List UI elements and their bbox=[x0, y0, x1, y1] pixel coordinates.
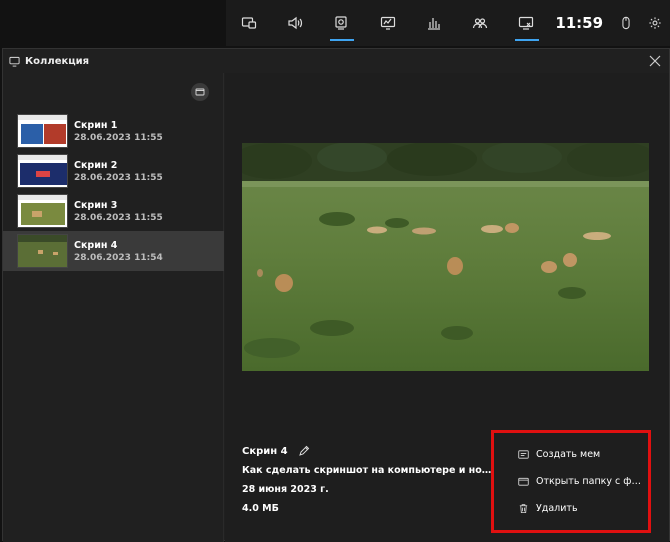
file-size: 4.0 МБ bbox=[242, 503, 279, 514]
settings-button[interactable] bbox=[641, 0, 670, 46]
source-window-title: Как сделать скриншот на компьютере и ноу… bbox=[242, 465, 492, 476]
pencil-icon[interactable] bbox=[298, 445, 310, 457]
screenshot-thumbnail bbox=[17, 234, 68, 268]
screenshot-item[interactable]: Скрин 1 28.06.2023 11:55 bbox=[3, 111, 224, 151]
social-icon bbox=[472, 18, 488, 29]
resources-icon bbox=[427, 18, 440, 30]
screenshot-item-selected[interactable]: Скрин 4 28.06.2023 11:54 bbox=[3, 231, 224, 271]
social-button[interactable] bbox=[457, 0, 503, 46]
folder-icon bbox=[518, 477, 529, 486]
open-folder-button[interactable] bbox=[191, 83, 209, 101]
game-bar: 11:59 bbox=[226, 0, 670, 46]
screenshot-item[interactable]: Скрин 3 28.06.2023 11:55 bbox=[3, 191, 224, 231]
screenshot-name: Скрин 4 bbox=[74, 239, 118, 251]
gallery-icon bbox=[9, 56, 20, 67]
capture-icon bbox=[335, 16, 348, 30]
capture-button[interactable] bbox=[318, 0, 364, 46]
open-folder-label: Открыть папку с фа... bbox=[536, 476, 646, 487]
screenshot-name: Скрин 2 bbox=[74, 159, 118, 171]
screenshot-name: Скрин 1 bbox=[74, 119, 118, 131]
meme-icon bbox=[518, 450, 529, 459]
screenshot-thumbnail bbox=[17, 114, 68, 148]
window-title: Коллекция bbox=[25, 55, 90, 67]
screenshot-name: Скрин 3 bbox=[74, 199, 118, 211]
screenshot-preview-image bbox=[242, 143, 649, 371]
create-meme-button[interactable]: Создать мем bbox=[518, 449, 646, 460]
screenshot-date: 28.06.2023 11:54 bbox=[74, 252, 163, 263]
widget-menu-icon bbox=[241, 17, 257, 29]
delete-button[interactable]: Удалить bbox=[518, 503, 646, 514]
gallery-button[interactable] bbox=[503, 0, 549, 46]
audio-icon bbox=[288, 16, 303, 30]
screenshot-list: Скрин 1 28.06.2023 11:55 Скрин 2 28.06.2… bbox=[3, 73, 224, 542]
resources-button[interactable] bbox=[411, 0, 457, 46]
capture-date: 28 июня 2023 г. bbox=[242, 484, 329, 495]
audio-button[interactable] bbox=[272, 0, 318, 46]
open-folder-action-button[interactable]: Открыть папку с фа... bbox=[518, 476, 646, 487]
screenshot-date: 28.06.2023 11:55 bbox=[74, 172, 163, 183]
delete-label: Удалить bbox=[536, 503, 578, 514]
mouse-button[interactable] bbox=[611, 0, 640, 46]
screenshot-date: 28.06.2023 11:55 bbox=[74, 212, 163, 223]
performance-icon bbox=[380, 16, 395, 30]
screenshot-title: Скрин 4 bbox=[242, 445, 288, 457]
folder-icon bbox=[195, 88, 205, 96]
gallery-icon bbox=[519, 16, 534, 30]
close-icon[interactable] bbox=[647, 53, 663, 69]
performance-button[interactable] bbox=[365, 0, 411, 46]
screenshot-thumbnail bbox=[17, 154, 68, 188]
screenshot-thumbnail bbox=[17, 194, 68, 228]
screenshot-details: Скрин 4 Как сделать скриншот на компьюте… bbox=[242, 445, 492, 515]
trash-icon bbox=[519, 504, 528, 514]
gear-icon bbox=[649, 17, 661, 29]
create-meme-label: Создать мем bbox=[536, 449, 601, 460]
actions-menu: Создать мем Открыть папку с фа... Удалит… bbox=[491, 430, 651, 533]
screenshot-date: 28.06.2023 11:55 bbox=[74, 132, 163, 143]
clock: 11:59 bbox=[555, 14, 604, 32]
title-bar: Коллекция bbox=[3, 49, 669, 73]
screenshot-item[interactable]: Скрин 2 28.06.2023 11:55 bbox=[3, 151, 224, 191]
mouse-icon bbox=[622, 16, 630, 30]
widget-menu-button[interactable] bbox=[226, 0, 272, 46]
